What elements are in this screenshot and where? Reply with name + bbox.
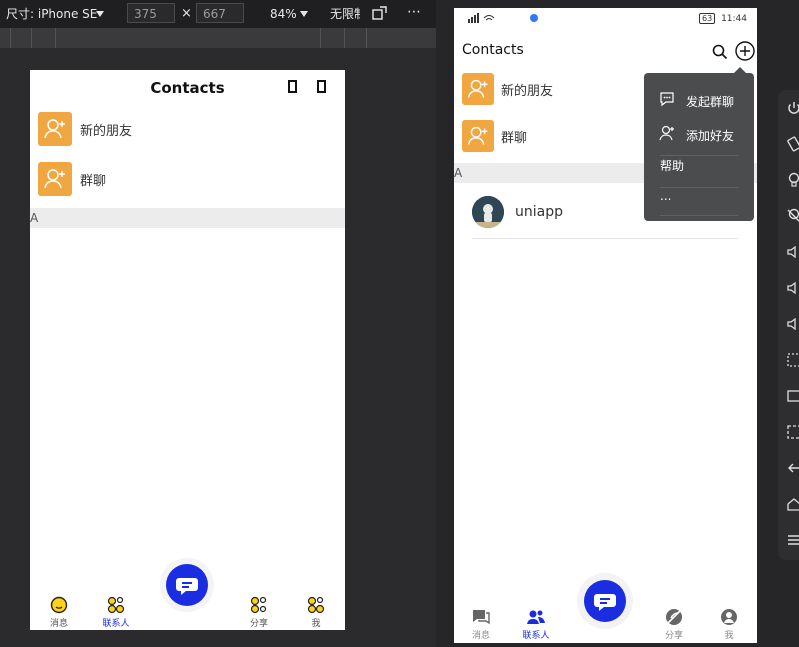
share-icon xyxy=(666,609,682,625)
search-icon[interactable] xyxy=(712,44,728,60)
list-item-group-chat[interactable]: 群聊 xyxy=(30,156,345,202)
throttle-select[interactable]: 无限制 xyxy=(330,7,360,21)
zoom-select[interactable]: 84% xyxy=(270,7,297,21)
volume-up-icon[interactable] xyxy=(786,244,799,260)
dots-icon xyxy=(107,596,125,614)
search-button[interactable] xyxy=(288,80,297,93)
chevron-down-icon[interactable] xyxy=(300,11,308,17)
list-item-label: 新的朋友 xyxy=(501,84,554,99)
section-header: A xyxy=(30,208,345,228)
menu-item-label: 添加好友 xyxy=(686,129,735,143)
window-icon[interactable] xyxy=(786,388,799,404)
home-icon[interactable] xyxy=(786,496,799,512)
tab-label: 分享 xyxy=(664,631,683,641)
contacts-icon xyxy=(527,610,545,624)
menu-item-group-chat[interactable]: 发起群聊 xyxy=(644,85,754,115)
tab-label: 我 xyxy=(724,631,734,641)
battery-icon: 63 xyxy=(699,13,716,24)
menu-item-help[interactable]: 帮助 xyxy=(644,149,754,179)
more-icon[interactable]: ⋯ xyxy=(407,5,421,19)
add-circle-icon[interactable] xyxy=(735,41,755,61)
status-bar: 63 11:44 xyxy=(454,8,757,30)
height-input[interactable]: 667 xyxy=(196,3,244,23)
tab-label: 联系人 xyxy=(522,631,550,641)
device-screen: 63 11:44 Contacts 新的朋友 群聊 A uniapp 发起群聊 … xyxy=(454,8,757,643)
tab-share[interactable]: 分享 xyxy=(649,608,699,641)
volume-down-icon[interactable] xyxy=(786,280,799,296)
chat-bubble-icon xyxy=(660,92,674,107)
status-right: 63 11:44 xyxy=(699,13,747,24)
side-control-panel xyxy=(778,90,799,560)
avatar xyxy=(472,196,504,228)
page-title: Contacts xyxy=(462,42,524,58)
chat-fab-button[interactable] xyxy=(584,580,626,622)
simulator-screen: Contacts 新的朋友 群聊 A 消息 联系人 分享 我 xyxy=(30,70,345,630)
device-size-select[interactable]: 尺寸: iPhone SE xyxy=(6,7,97,21)
add-button[interactable] xyxy=(317,80,326,93)
list-item-new-friends[interactable]: 新的朋友 xyxy=(30,106,345,152)
tab-me[interactable]: 我 xyxy=(291,590,341,629)
signal-icon xyxy=(468,13,540,26)
tab-contacts[interactable]: 联系人 xyxy=(91,590,141,629)
volume-mute-icon[interactable] xyxy=(786,316,799,332)
menu-item-add-friend[interactable]: 添加好友 xyxy=(644,119,754,149)
contact-name: uniapp xyxy=(515,204,563,220)
flashlight-off-icon[interactable] xyxy=(786,208,799,224)
tab-messages[interactable]: 消息 xyxy=(34,590,84,629)
nav-bar: Contacts xyxy=(30,70,345,106)
rotate-icon[interactable] xyxy=(786,136,799,152)
tab-share[interactable]: 分享 xyxy=(234,590,284,629)
add-user-icon xyxy=(659,125,674,141)
tab-label: 分享 xyxy=(249,619,268,629)
chat-fab-button[interactable] xyxy=(166,564,208,606)
list-item-label: 群聊 xyxy=(80,174,107,189)
menu-item-label: 发起群聊 xyxy=(686,95,735,109)
tab-label: 联系人 xyxy=(102,619,130,629)
menu-item-label: ... xyxy=(660,189,672,203)
user-icon xyxy=(721,609,737,625)
clock: 11:44 xyxy=(721,14,747,24)
menu-divider xyxy=(660,215,738,216)
tab-label: 我 xyxy=(311,619,321,629)
dots-icon xyxy=(250,596,267,614)
tab-label: 消息 xyxy=(471,631,490,641)
devtools-toolbar: 尺寸: iPhone SE 375 × 667 84% 无限制 ⋯ xyxy=(0,0,436,28)
dots-icon xyxy=(307,596,325,614)
width-input[interactable]: 375 xyxy=(127,3,175,23)
tab-messages[interactable]: 消息 xyxy=(456,608,506,641)
tab-contacts[interactable]: 联系人 xyxy=(511,608,561,641)
chevron-down-icon[interactable] xyxy=(96,11,104,17)
ruler xyxy=(0,28,436,48)
tab-me[interactable]: 我 xyxy=(704,608,754,641)
back-icon[interactable] xyxy=(786,460,799,476)
group-icon xyxy=(38,162,72,196)
add-menu-popup: 发起群聊 添加好友 帮助 ... xyxy=(644,67,754,221)
smile-icon xyxy=(50,596,68,614)
rotate-icon[interactable] xyxy=(372,6,388,23)
add-friend-icon xyxy=(38,112,72,146)
screenshot-icon[interactable] xyxy=(786,352,799,368)
add-friend-icon xyxy=(462,73,494,105)
devtools-pane: 尺寸: iPhone SE 375 × 667 84% 无限制 ⋯ Contac… xyxy=(0,0,436,647)
list-item-label: 新的朋友 xyxy=(80,124,133,139)
menu-item-label: 帮助 xyxy=(660,159,685,173)
message-icon xyxy=(473,610,490,625)
list-item-label: 群聊 xyxy=(501,131,528,146)
menu-item-more[interactable]: ... xyxy=(644,181,754,211)
popup-arrow xyxy=(734,67,746,73)
menu-icon[interactable] xyxy=(786,532,799,548)
times-sign: × xyxy=(181,6,192,21)
group-icon xyxy=(462,120,494,152)
flashlight-icon[interactable] xyxy=(786,172,799,188)
power-icon[interactable] xyxy=(786,100,799,116)
screen-record-icon[interactable] xyxy=(786,424,799,440)
page-title: Contacts xyxy=(150,79,225,97)
tab-label: 消息 xyxy=(49,619,68,629)
